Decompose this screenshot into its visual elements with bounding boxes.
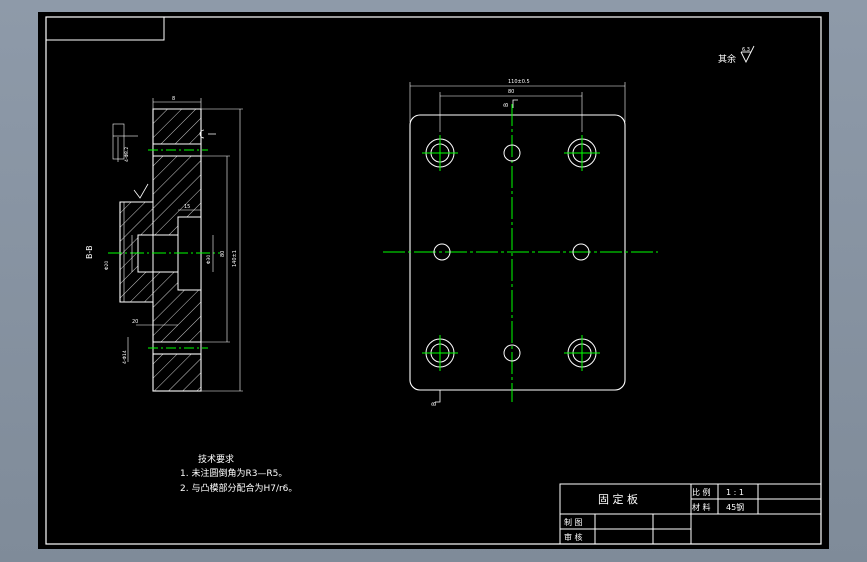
- dim-bore-large: Φ30: [206, 255, 212, 264]
- tech-item-2: 2. 与凸模部分配合为H7/r6。: [180, 482, 297, 494]
- section-label: B-B: [85, 245, 94, 259]
- section-marker-top: [512, 99, 518, 108]
- dim-overall-h: 140±1: [232, 250, 238, 267]
- dim-hole-spacing: 80: [508, 89, 514, 95]
- dim-hole-dia: 4-Φ8.2: [124, 147, 130, 162]
- dim-bore-a: 15: [184, 204, 190, 210]
- tech-item-1: 1. 未注圆倒角为R3—R5。: [180, 467, 287, 479]
- dim-bore-small: Φ20: [104, 261, 110, 270]
- roughness-value: 6.3: [742, 47, 750, 53]
- title-scale-value: 1 : 1: [726, 488, 744, 497]
- hole-bottom-left: [422, 335, 458, 371]
- title-scale-label: 比 例: [692, 487, 711, 497]
- title-checked-label: 审 核: [564, 532, 583, 542]
- dim-bottom: 20: [132, 319, 138, 325]
- roughness-mark-icon: [133, 183, 149, 199]
- dim-side-top: 8: [172, 96, 175, 102]
- dim-inner-h: 80: [220, 251, 226, 257]
- section-mark-bottom-label: B: [431, 402, 438, 406]
- drawing-canvas: 其余 6.3 8 15 20 4-Φ8.2 4-Φ14 Φ20 Φ30 140±…: [45, 16, 822, 545]
- tech-title: 技术要求: [198, 453, 234, 465]
- hole-top-left: [422, 135, 458, 171]
- tech-requirements: 技术要求 1. 未注圆倒角为R3—R5。 2. 与凸模部分配合为H7/r6。: [180, 453, 297, 494]
- corner-box: [45, 16, 165, 41]
- roughness-note: 其余: [718, 53, 736, 65]
- cad-viewport[interactable]: 其余 6.3 8 15 20 4-Φ8.2 4-Φ14 Φ20 Φ30 140±…: [38, 12, 829, 549]
- title-drawn-label: 制 图: [564, 517, 583, 527]
- title-material-label: 材 料: [692, 502, 711, 512]
- section-mark-top-label: B: [503, 103, 510, 107]
- hole-top-right: [564, 135, 600, 171]
- title-part-name: 固 定 板: [598, 492, 638, 506]
- section-marker-bottom: [435, 390, 441, 403]
- dim-top-width: 110±0.5: [508, 79, 530, 85]
- section-view[interactable]: 8 15 20 4-Φ8.2 4-Φ14 Φ20 Φ30 140±1 80 B-…: [85, 96, 243, 392]
- plan-view[interactable]: 110±0.5 80 B B: [383, 79, 658, 406]
- datum-mark-icon: [199, 129, 216, 139]
- hole-bottom-right: [564, 335, 600, 371]
- title-material-value: 45钢: [726, 502, 744, 512]
- dim-counterbore: 4-Φ14: [122, 350, 128, 364]
